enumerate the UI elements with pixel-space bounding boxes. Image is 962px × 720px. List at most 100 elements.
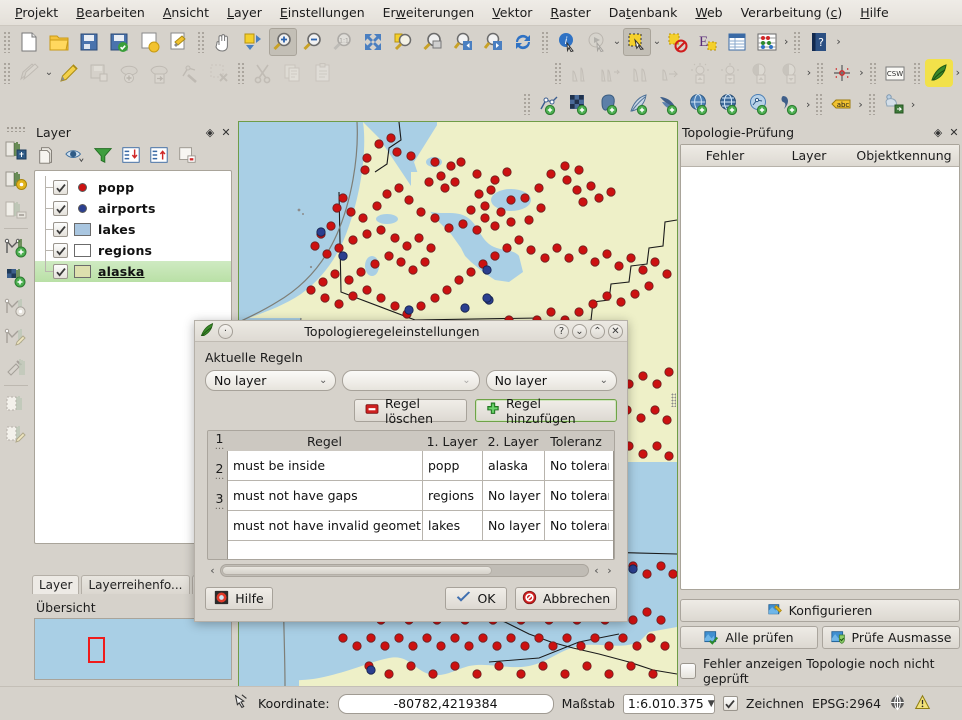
layer-visibility-checkbox[interactable] [53,201,68,216]
column-layer2[interactable]: 2. Layer [482,431,544,451]
cut-features-icon[interactable] [249,59,277,87]
contrast-up-icon[interactable] [746,59,774,87]
refresh-icon[interactable] [509,28,537,56]
filter-legend-icon[interactable] [90,143,116,167]
run-feature-action-icon[interactable] [583,28,611,56]
menu-verarbeitung[interactable]: Verarbeitung (c) [732,2,852,23]
toolbar-overflow-icon[interactable]: › [834,35,842,48]
messages-icon[interactable] [914,694,931,714]
brightness-up-icon[interactable] [686,59,714,87]
chevron-down-icon[interactable]: ⌄ [612,36,622,47]
toolbar-grip[interactable] [815,93,824,115]
coordinate-capture-icon[interactable] [232,693,250,714]
layer-row-alaska[interactable]: alaska [35,260,231,282]
db-manager-icon[interactable] [880,90,908,118]
layer-visibility-checkbox[interactable] [53,264,68,279]
scroll-track[interactable] [220,564,589,577]
layout-manager-icon[interactable] [165,28,193,56]
toolbar-overflow-icon[interactable]: › [805,66,813,79]
menu-vektor[interactable]: Vektor [483,2,541,23]
contrast-down-icon[interactable] [776,59,804,87]
add-feature-icon[interactable] [115,59,143,87]
toolbar-grip[interactable] [6,126,26,132]
rules-table[interactable]: Regel 1. Layer 2. Layer Toleranz 1 ··· mu… [207,430,615,560]
zoom-in-icon[interactable] [269,27,297,56]
rules-horizontal-scrollbar[interactable]: ‹ ‹ › [207,563,615,578]
toolbar-grip[interactable] [237,61,245,84]
add-raster-layer-icon[interactable] [565,90,593,118]
toolbar-grip[interactable] [793,30,802,53]
layer-row-airports[interactable]: airports [35,197,231,219]
scroll-thumb[interactable] [222,566,492,575]
stats-3-icon[interactable] [626,59,654,87]
ok-button[interactable]: OK [445,587,507,610]
menu-ansicht[interactable]: Ansicht [154,2,218,23]
node-tool-icon[interactable] [175,59,203,87]
copy-features-icon[interactable] [279,59,307,87]
toolbar-grip[interactable] [816,61,825,84]
stats-2-icon[interactable] [596,59,624,87]
toolbar-grip[interactable] [541,30,549,53]
identify-features-icon[interactable]: i [553,28,581,56]
check-all-button[interactable]: Alle prüfen [680,626,818,649]
add-wms-layer-icon[interactable] [685,90,713,118]
toolbar-grip[interactable] [912,61,921,84]
open-attribute-table-icon[interactable] [723,28,751,56]
toolbar-overflow-icon[interactable]: › [804,98,812,111]
toolbar-overflow-icon[interactable]: › [857,66,865,79]
remove-layer-icon[interactable] [174,143,200,167]
tab-layerreihenfolge[interactable]: Layerreihenfo... [81,575,190,594]
column-toleranz[interactable]: Toleranz [544,431,608,451]
layer1-select[interactable]: No layer ⌄ [205,370,337,391]
table-row[interactable]: 3 ··· must not have invalid geometries la… [215,491,613,541]
toolbar-grip[interactable] [197,30,205,53]
menu-web[interactable]: Web [686,2,731,23]
layer-row-lakes[interactable]: lakes [35,218,231,240]
close-icon[interactable]: ✕ [946,124,962,140]
check-extent-button[interactable]: Prüfe Ausmasse [822,626,960,649]
layer-row-popp[interactable]: popp [35,176,231,198]
zoom-to-selection-icon[interactable] [389,28,417,56]
edit-vertices-icon[interactable] [2,322,30,352]
toolbar-overflow-icon[interactable]: › [954,66,962,79]
menu-einstellungen[interactable]: Einstellungen [271,2,374,23]
column-fehler[interactable]: Fehler [681,145,769,166]
tab-layer[interactable]: Layer [32,575,80,594]
toolbar-grip[interactable] [867,93,876,115]
zoom-out-icon[interactable] [299,28,327,56]
column-layer[interactable]: Layer [769,145,849,166]
rule-select[interactable]: ⌄ [342,370,480,391]
save-project-as-icon[interactable] [105,28,133,56]
toolbar-overflow-icon[interactable]: › [782,35,790,48]
configure-button[interactable]: Konfigurieren [680,599,960,622]
help-button-footer[interactable]: Hilfe [205,587,273,610]
menu-projekt[interactable]: Projekt [6,2,67,23]
table-row[interactable]: 2 ··· must not have gaps regions No layer… [215,461,613,511]
add-polygon-feature-icon[interactable] [2,262,30,292]
close-icon[interactable]: ✕ [218,124,234,140]
brightness-down-icon[interactable] [716,59,744,87]
zoom-next-icon[interactable] [479,28,507,56]
table-row[interactable]: 1 ··· must be inside popp alaska No toler… [215,431,613,481]
table-row-empty[interactable] [228,541,613,559]
scroll-left-icon[interactable]: ‹ [207,564,218,577]
topology-tool-icon[interactable] [2,352,30,382]
column-regel[interactable]: Regel [227,431,422,451]
collapse-all-icon[interactable] [146,143,172,167]
chevron-down-icon[interactable]: ⌄ [44,67,54,78]
toolbar-grip[interactable] [3,30,11,53]
new-project-icon[interactable] [15,28,43,56]
menu-bearbeiten[interactable]: Bearbeiten [67,2,154,23]
raster-histogram-icon[interactable] [656,59,684,87]
save-project-icon[interactable] [75,28,103,56]
toolbar-overflow-icon[interactable]: › [909,98,917,111]
toolbar-overflow-icon[interactable]: › [856,98,864,111]
layer-visibility-checkbox[interactable] [53,222,68,237]
digitize-settings-icon[interactable] [2,165,30,195]
toolbar-grip[interactable] [553,61,562,84]
add-group-icon[interactable] [34,143,60,167]
manage-visibility-icon[interactable] [62,143,88,167]
add-rule-button[interactable]: Regel hinzufügen [475,396,617,426]
chevron-down-icon[interactable]: ▼ [708,699,715,709]
edit-region-icon[interactable] [2,419,30,449]
